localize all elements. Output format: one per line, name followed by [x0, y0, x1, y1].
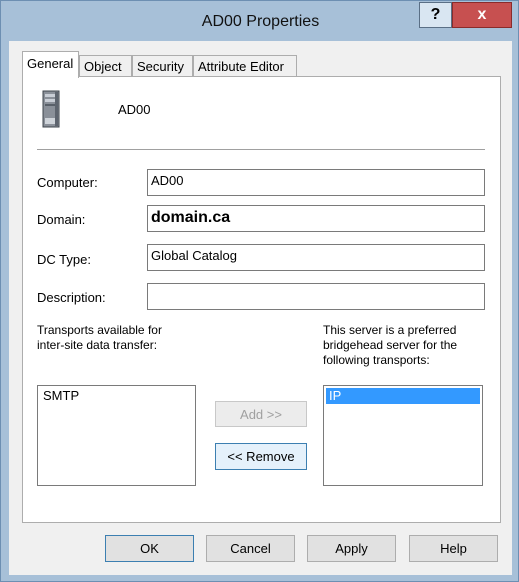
title-bar[interactable]: AD00 Properties ? x [1, 1, 518, 41]
tab-attribute-editor[interactable]: Attribute Editor [193, 55, 297, 77]
dialog-client: General Object Security Attribute Editor… [9, 41, 512, 575]
description-field[interactable] [147, 283, 485, 310]
remove-transport-button[interactable]: << Remove [215, 443, 307, 470]
server-name: AD00 [118, 102, 151, 117]
caption-line: inter-site data transfer: [37, 338, 158, 352]
caption-line: following transports: [323, 353, 430, 367]
general-tab-panel: AD00 Computer: AD00 Domain: domain.ca DC… [22, 76, 501, 523]
list-item[interactable]: IP [326, 388, 480, 404]
description-label: Description: [37, 290, 106, 305]
computer-field[interactable]: AD00 [147, 169, 485, 196]
tab-security[interactable]: Security [132, 55, 193, 77]
add-transport-button[interactable]: Add >> [215, 401, 307, 427]
help-button[interactable]: Help [409, 535, 498, 562]
list-item[interactable]: SMTP [40, 388, 193, 404]
cancel-button[interactable]: Cancel [206, 535, 295, 562]
apply-button[interactable]: Apply [307, 535, 396, 562]
properties-window: AD00 Properties ? x General Object Secur… [0, 0, 519, 582]
domain-field[interactable]: domain.ca [147, 205, 485, 232]
preferred-transports-caption: This server is a preferred bridgehead se… [323, 323, 457, 368]
close-button[interactable]: x [452, 2, 512, 28]
available-transports-caption: Transports available for inter-site data… [37, 323, 162, 353]
preferred-transports-list[interactable]: IP [323, 385, 483, 486]
dc-type-label: DC Type: [37, 252, 91, 267]
computer-label: Computer: [37, 175, 98, 190]
domain-label: Domain: [37, 212, 86, 227]
caption-line: bridgehead server for the [323, 338, 458, 352]
caption-line: This server is a preferred [323, 323, 457, 337]
dc-type-field[interactable]: Global Catalog [147, 244, 485, 271]
server-icon [42, 90, 60, 128]
caption-line: Transports available for [37, 323, 162, 337]
available-transports-list[interactable]: SMTP [37, 385, 196, 486]
header-divider [37, 149, 485, 150]
ok-button[interactable]: OK [105, 535, 194, 562]
tab-general[interactable]: General [22, 51, 79, 78]
help-title-button[interactable]: ? [419, 2, 452, 28]
tab-object[interactable]: Object [79, 55, 132, 77]
